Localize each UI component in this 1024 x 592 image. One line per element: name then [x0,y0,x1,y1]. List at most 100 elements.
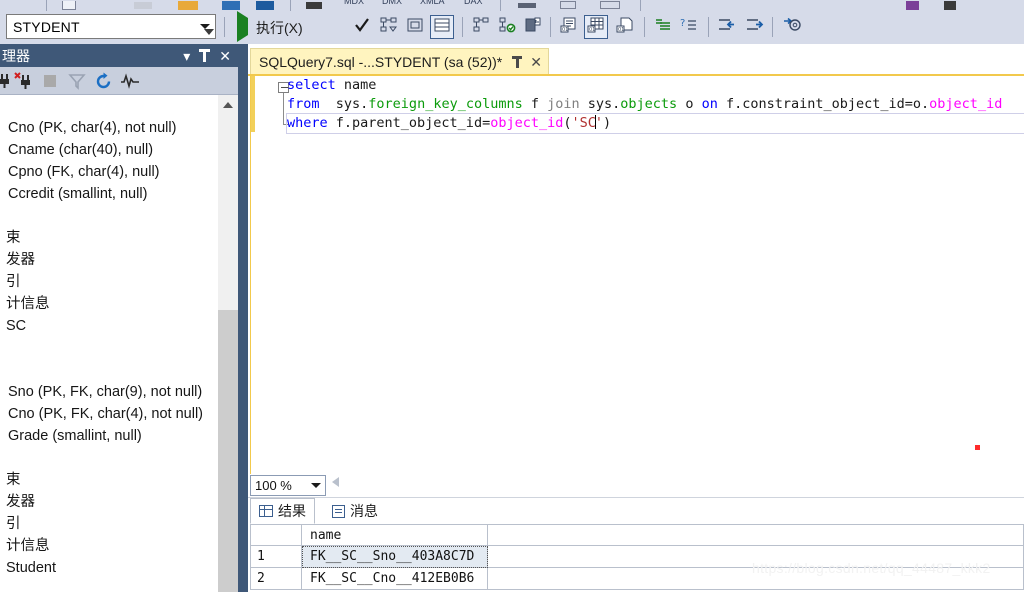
zoom-value: 100 % [255,478,292,493]
folder-icon[interactable] [178,1,198,10]
scrollbar-thumb[interactable] [218,310,238,592]
tab-sqlquery7[interactable]: SQLQuery7.sql -...STYDENT (sa (52))* ✕ [250,48,549,74]
object-explorer-title: 理器 [2,47,30,64]
row-number[interactable]: 1 [250,546,302,568]
pin-icon[interactable] [199,49,211,62]
filter-icon[interactable] [68,71,86,91]
parse-button[interactable] [352,15,372,39]
uncomment-button[interactable]: ? [678,15,700,39]
actual-plan-icon [434,18,450,37]
grid-corner-cell[interactable] [250,524,302,546]
object-explorer-tree[interactable]: Cno (PK, char(4), not null) Cname (char(4… [0,95,238,592]
tree-item[interactable] [0,447,218,469]
tree-item[interactable] [0,95,218,117]
xmla-label[interactable]: XMLA [420,0,445,6]
object-explorer-scrollbar[interactable] [218,95,238,592]
code-token: ' [594,115,604,131]
chevron-up-icon[interactable] [218,95,238,114]
server-icon [524,17,542,38]
specify-template-parameters-button[interactable] [780,15,804,39]
tree-item[interactable]: 引 [0,513,218,535]
new-query-icon[interactable] [62,1,76,10]
tree-item[interactable]: Cname (char(40), null) [0,139,218,161]
results-to-grid-button[interactable]: 01 [584,15,608,39]
tree-item[interactable]: Sno (PK, FK, char(9), not null) [0,381,218,403]
tree-item[interactable]: 束 [0,227,218,249]
tab-messages[interactable]: 消息 [324,498,386,524]
database-selector[interactable]: STYDENT [6,14,216,39]
tree-item[interactable]: Ccredit (smallint, null) [0,183,218,205]
tree-item[interactable]: 发器 [0,249,218,271]
sql-code-editor[interactable]: select name from sys.foreign_key_columns … [250,76,1024,474]
display-estimated-execution-plan-button[interactable] [378,15,400,39]
code-line[interactable]: select name [287,76,1024,95]
disconnect-icon[interactable] [14,71,36,91]
tree-item[interactable]: Grade (smallint, null) [0,425,218,447]
tree-item[interactable]: 束 [0,469,218,491]
pin-icon[interactable] [512,55,523,68]
results-to-file-button[interactable]: 01 [614,15,636,39]
document-tabstrip: SQLQuery7.sql -...STYDENT (sa (52))* ✕ [248,48,1024,74]
tree-item[interactable]: SC [0,315,218,337]
tree-item[interactable]: 发器 [0,491,218,513]
server-object-button[interactable] [522,15,544,39]
include-live-query-statistics-button[interactable] [470,15,492,39]
save-all-icon[interactable] [256,1,274,10]
include-actual-execution-plan-button[interactable] [430,15,454,39]
horizontal-scroll-left-icon[interactable] [332,477,339,487]
save-icon[interactable] [222,1,240,10]
cell-name[interactable]: FK__SC__Sno__403A8C7D [302,546,488,568]
query-options-button[interactable] [404,15,426,39]
close-icon[interactable]: ✕ [219,49,231,63]
close-icon[interactable]: ✕ [530,55,542,69]
zoom-selector[interactable]: 100 % [250,475,326,496]
chevron-down-icon[interactable] [307,483,325,488]
decrease-indent-button[interactable] [716,15,740,39]
windows-icon[interactable] [600,1,620,9]
code-token: sys. [335,96,369,112]
tree-item[interactable] [0,359,218,381]
open-file-icon[interactable] [134,2,152,9]
execute-button-label[interactable]: 执行(X) [256,18,303,38]
include-client-statistics-button[interactable] [496,15,518,39]
tree-item[interactable] [0,205,218,227]
tree-item[interactable]: Cpno (FK, char(4), null) [0,161,218,183]
tree-item[interactable]: Student [0,557,218,579]
window-icon[interactable] [560,1,576,9]
activity-monitor-icon[interactable] [120,71,140,91]
code-token: f.parent_object_id= [327,115,491,131]
tree-item[interactable]: 引 [0,271,218,293]
results-grid[interactable]: name 1 FK__SC__Sno__403A8C7D 2 FK__SC__C… [250,524,1024,592]
tree-item[interactable]: 计信息 [0,293,218,315]
tab-results[interactable]: 结果 [250,498,315,524]
results-to-text-button[interactable]: 01 [558,15,580,39]
new-analysis-query-icon[interactable] [306,2,322,9]
refresh-icon[interactable] [94,71,113,91]
toolbar-overflow-icon[interactable] [204,29,214,35]
dax-label[interactable]: DAX [464,0,483,6]
undo-redo-icon[interactable] [518,3,536,8]
tree-item[interactable] [0,337,218,359]
dmx-label[interactable]: DMX [382,0,402,6]
stop-icon[interactable] [44,71,56,91]
chevron-down-icon[interactable]: ▾ [183,49,190,63]
row-number[interactable]: 2 [250,568,302,590]
tree-item[interactable]: Cno (PK, FK, char(4), not null) [0,403,218,425]
tree-item[interactable]: Cno (PK, char(4), not null) [0,117,218,139]
code-lines[interactable]: select name from sys.foreign_key_columns … [286,76,1024,134]
increase-indent-button[interactable] [744,15,768,39]
cell-name[interactable]: FK__SC__Cno__412EB0B6 [302,568,488,590]
code-line[interactable]: from sys.foreign_key_columns f join sys.… [287,95,1024,114]
pointer-icon[interactable] [944,1,956,10]
magic-wand-icon[interactable] [906,1,919,10]
panel-splitter[interactable] [238,44,248,592]
tree-item[interactable]: 计信息 [0,535,218,557]
code-token: o [677,96,702,112]
execute-button[interactable] [232,11,252,42]
mdx-label[interactable]: MDX [344,0,364,6]
stop-button[interactable] [326,15,346,39]
comment-out-button[interactable] [652,15,674,39]
column-header-name[interactable]: name [302,524,488,546]
code-line[interactable]: where f.parent_object_id=object_id('SC') [286,113,1024,134]
connect-icon[interactable] [0,71,14,91]
